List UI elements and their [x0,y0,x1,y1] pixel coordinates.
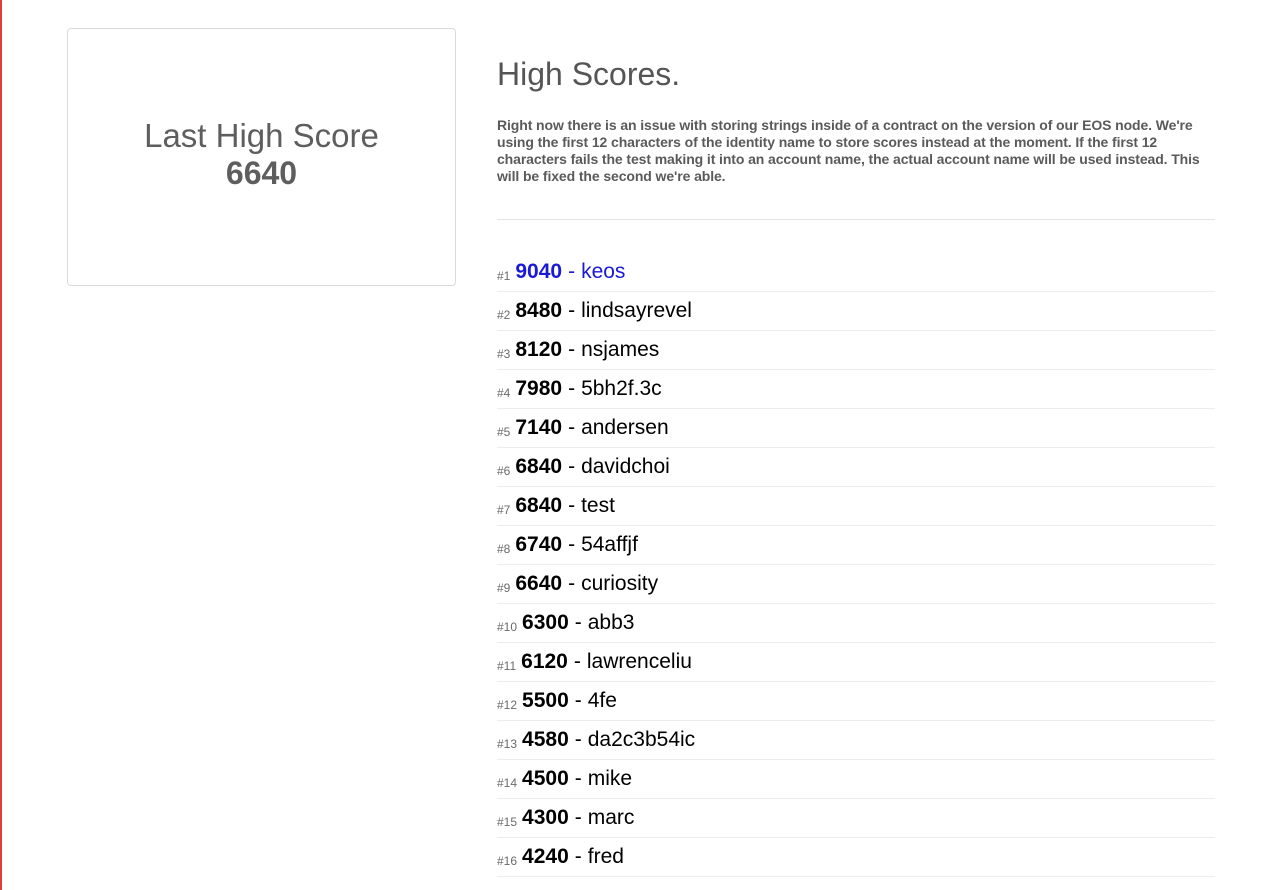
rank-label: #3 [497,347,511,361]
player-name: keos [581,260,626,283]
player-name: fred [587,845,624,868]
player-name: 4fe [587,689,617,712]
score-list: #1 9040 - keos #2 8480 - lindsayrevel #3… [497,253,1215,877]
score-value: 9040 [515,260,563,283]
score-row: #9 6640 - curiosity [497,565,1215,604]
score-separator: - [574,806,582,829]
score-value: 8480 [515,299,563,322]
score-separator: - [574,689,582,712]
score-separator: - [573,650,581,673]
player-name: curiosity [581,572,659,595]
score-separator: - [574,728,582,751]
score-value: 4580 [522,728,569,751]
score-value: 6740 [515,533,563,556]
score-value: 8120 [515,338,563,361]
rank-label: #8 [497,542,511,556]
score-value: 6120 [521,650,568,673]
rank-label: #13 [497,737,518,751]
score-value: 4300 [522,806,569,829]
score-separator: - [568,572,576,595]
score-row: #6 6840 - davidchoi [497,448,1215,487]
page-title: High Scores. [497,56,681,92]
score-value: 4500 [522,767,569,790]
score-row: #3 8120 - nsjames [497,331,1215,370]
score-row: #15 4300 - marc [497,799,1215,838]
score-row: #5 7140 - andersen [497,409,1215,448]
rank-label: #15 [497,815,518,829]
rank-label: #2 [497,308,511,322]
score-separator: - [568,377,576,400]
score-value: 6840 [515,494,563,517]
score-row: #16 4240 - fred [497,838,1215,877]
player-name: 5bh2f.3c [581,377,662,400]
notice-text: Right now there is an issue with storing… [497,117,1200,184]
score-row: #11 6120 - lawrenceliu [497,643,1215,682]
last-high-score-value: 6640 [225,155,298,191]
player-name: 54affjf [581,533,638,556]
window-left-edge [0,0,2,890]
rank-label: #4 [497,386,511,400]
player-name: da2c3b54ic [587,728,696,751]
player-name: davidchoi [581,455,670,478]
score-separator: - [568,533,576,556]
rank-label: #5 [497,425,511,439]
score-row: #8 6740 - 54affjf [497,526,1215,565]
score-row: #2 8480 - lindsayrevel [497,292,1215,331]
score-separator: - [568,299,576,322]
score-separator: - [574,767,582,790]
score-separator: - [568,455,576,478]
score-row: #14 4500 - mike [497,760,1215,799]
score-separator: - [568,416,576,439]
score-row: #13 4580 - da2c3b54ic [497,721,1215,760]
divider [497,219,1215,220]
score-row: #1 9040 - keos [497,253,1215,292]
score-separator: - [568,260,576,283]
score-row: #12 5500 - 4fe [497,682,1215,721]
player-name: nsjames [581,338,660,361]
player-name: lawrenceliu [586,650,692,673]
score-separator: - [574,611,582,634]
rank-label: #10 [497,620,518,634]
score-value: 5500 [522,689,569,712]
score-row: #4 7980 - 5bh2f.3c [497,370,1215,409]
score-value: 4240 [522,845,569,868]
score-value: 7980 [515,377,563,400]
player-name: marc [587,806,635,829]
player-name: test [581,494,615,517]
score-value: 6840 [515,455,563,478]
rank-label: #16 [497,854,518,868]
score-value: 7140 [515,416,563,439]
score-separator: - [574,845,582,868]
rank-label: #7 [497,503,511,517]
rank-label: #1 [497,269,511,283]
player-name: abb3 [587,611,635,634]
high-scores-section: High Scores. Right now there is an issue… [497,54,1215,877]
player-name: lindsayrevel [581,299,692,322]
last-high-score-label: Last High Score [144,117,379,154]
score-row: #7 6840 - test [497,487,1215,526]
rank-label: #14 [497,776,518,790]
last-high-score-card: Last High Score 6640 [67,28,456,286]
score-separator: - [568,494,576,517]
score-value: 6640 [515,572,563,595]
score-value: 6300 [522,611,569,634]
player-name: mike [587,767,633,790]
rank-label: #12 [497,698,518,712]
score-separator: - [568,338,576,361]
rank-label: #9 [497,581,511,595]
player-name: andersen [581,416,669,439]
rank-label: #6 [497,464,511,478]
rank-label: #11 [497,659,517,673]
score-row: #10 6300 - abb3 [497,604,1215,643]
